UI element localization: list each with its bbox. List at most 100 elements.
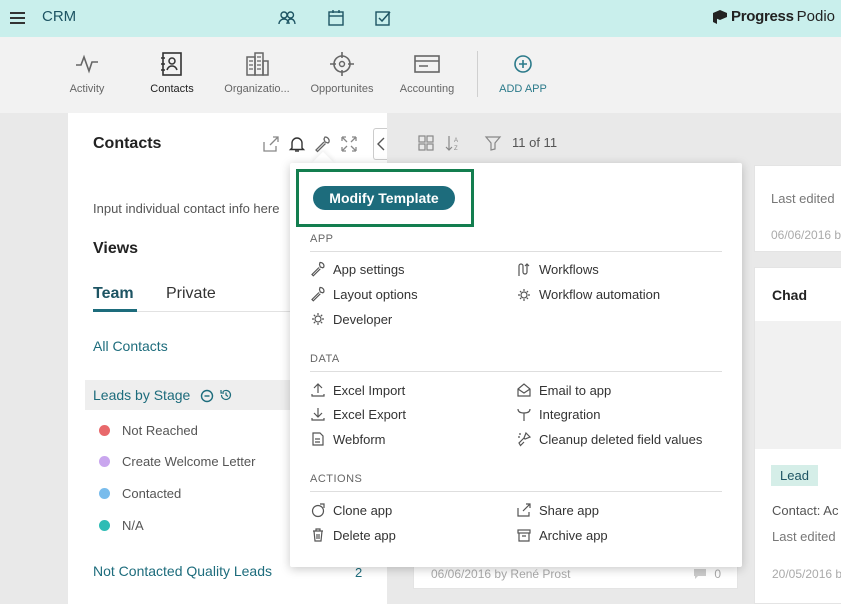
accounting-icon bbox=[414, 55, 440, 73]
app-bar: Activity Contacts Organizatio... Opportu… bbox=[0, 37, 841, 113]
app-title: Contacts bbox=[93, 135, 162, 152]
view-not-contacted-quality-leads[interactable]: Not Contacted Quality Leads bbox=[93, 563, 272, 579]
opportunities-icon bbox=[330, 52, 354, 76]
menu-item-delete-app[interactable]: Delete app bbox=[310, 527, 396, 543]
comment-count: 0 bbox=[692, 567, 721, 581]
contacts-icon bbox=[161, 52, 182, 76]
collapse-sidebar-button[interactable] bbox=[373, 128, 387, 160]
menu-item-email-to-app[interactable]: Email to app bbox=[516, 382, 611, 398]
calendar-icon[interactable] bbox=[326, 8, 346, 28]
download-icon bbox=[311, 408, 325, 421]
card-meta: 20/05/2016 b bbox=[772, 567, 841, 581]
last-edited-label: Last edited bbox=[772, 529, 836, 544]
contact-card[interactable]: Chad Lead Contact: Ac Last edited 20/05/… bbox=[754, 267, 841, 604]
stage-item[interactable]: N/A bbox=[99, 518, 144, 533]
section-heading-data: DATA bbox=[310, 353, 340, 365]
modify-template-button[interactable]: Modify Template bbox=[313, 186, 455, 210]
filter-icon[interactable] bbox=[484, 134, 502, 152]
wrench-icon bbox=[311, 261, 325, 277]
menu-item-integration[interactable]: Integration bbox=[516, 406, 600, 422]
card-image-area bbox=[755, 321, 841, 449]
menu-item-workflows[interactable]: Workflows bbox=[516, 261, 599, 277]
archive-icon bbox=[517, 529, 531, 542]
top-bar: CRM Progress Podio bbox=[0, 0, 841, 37]
bell-icon[interactable] bbox=[288, 135, 306, 153]
view-label: Leads by Stage bbox=[93, 387, 191, 403]
active-tab-indicator bbox=[93, 309, 137, 312]
app-activity[interactable]: Activity bbox=[42, 51, 132, 95]
status-badge: Lead bbox=[771, 465, 818, 486]
filter-count: 11 of 11 bbox=[512, 135, 558, 150]
sort-icon[interactable]: A Z bbox=[444, 134, 462, 152]
view-all-contacts[interactable]: All Contacts bbox=[93, 338, 168, 354]
last-edited-label: Last edited bbox=[771, 191, 835, 206]
upload-icon bbox=[311, 383, 325, 397]
app-tools-dropdown: Modify Template APP App settings Layout … bbox=[290, 163, 742, 567]
hamburger-menu-icon[interactable] bbox=[10, 12, 25, 24]
activity-icon bbox=[76, 54, 98, 74]
clone-icon bbox=[311, 503, 325, 518]
trash-icon bbox=[313, 528, 323, 542]
integration-icon bbox=[517, 408, 531, 421]
stage-color-dot bbox=[99, 425, 110, 436]
app-accounting[interactable]: Accounting bbox=[382, 51, 472, 95]
stage-color-dot bbox=[99, 488, 110, 499]
menu-item-excel-import[interactable]: Excel Import bbox=[310, 382, 405, 398]
organization-icon bbox=[246, 52, 269, 76]
expand-icon[interactable] bbox=[340, 135, 358, 153]
menu-item-clone-app[interactable]: Clone app bbox=[310, 502, 392, 518]
card-meta: 06/06/2016 by René Prost bbox=[431, 567, 571, 581]
app-organizations[interactable]: Organizatio... bbox=[212, 51, 302, 95]
group-by-icon[interactable] bbox=[200, 389, 214, 403]
add-app-button[interactable]: ADD APP bbox=[478, 51, 568, 95]
webform-icon bbox=[312, 432, 324, 446]
stage-item[interactable]: Contacted bbox=[99, 486, 181, 501]
tasks-check-icon[interactable] bbox=[373, 8, 393, 28]
add-icon bbox=[514, 55, 532, 73]
contact-name: Chad bbox=[772, 287, 807, 303]
svg-text:Z: Z bbox=[454, 146, 458, 152]
section-divider bbox=[310, 491, 722, 492]
stage-color-dot bbox=[99, 456, 110, 467]
wrench-icon[interactable] bbox=[314, 135, 332, 153]
comment-icon bbox=[694, 569, 707, 579]
progress-logo-icon bbox=[712, 9, 727, 24]
stage-item[interactable]: Not Reached bbox=[99, 423, 198, 438]
team-icon[interactable] bbox=[277, 8, 297, 28]
card-meta: 06/06/2016 b bbox=[771, 228, 841, 242]
menu-item-excel-export[interactable]: Excel Export bbox=[310, 406, 406, 422]
app-contacts[interactable]: Contacts bbox=[127, 51, 217, 95]
app-description: Input individual contact info here bbox=[93, 201, 280, 216]
share-icon[interactable] bbox=[262, 135, 280, 153]
contact-field: Contact: Ac bbox=[772, 503, 839, 518]
section-divider bbox=[310, 371, 722, 372]
menu-item-app-settings[interactable]: App settings bbox=[310, 261, 405, 277]
menu-item-developer[interactable]: Developer bbox=[310, 311, 392, 327]
menu-item-webform[interactable]: Webform bbox=[310, 431, 386, 447]
email-icon bbox=[517, 383, 531, 397]
workflow-automation-icon bbox=[518, 289, 530, 301]
menu-item-workflow-automation[interactable]: Workflow automation bbox=[516, 286, 660, 302]
view-count: 2 bbox=[355, 565, 363, 580]
chevron-left-icon bbox=[377, 137, 385, 151]
views-heading: Views bbox=[93, 240, 139, 257]
wrench-icon bbox=[311, 286, 325, 302]
section-divider bbox=[310, 251, 722, 252]
brand-logo: Progress Podio bbox=[712, 8, 835, 25]
history-icon[interactable] bbox=[219, 388, 233, 402]
workspace-title[interactable]: CRM bbox=[42, 8, 76, 25]
menu-item-cleanup-deleted-fields[interactable]: Cleanup deleted field values bbox=[516, 431, 702, 447]
menu-item-layout-options[interactable]: Layout options bbox=[310, 286, 418, 302]
cleanup-broom-icon bbox=[518, 431, 532, 447]
contact-card[interactable]: Last edited 06/06/2016 b bbox=[754, 165, 841, 252]
workflow-icon bbox=[518, 263, 530, 276]
tab-team[interactable]: Team bbox=[93, 285, 134, 303]
developer-gear-icon bbox=[312, 313, 324, 325]
app-opportunities[interactable]: Opportunites bbox=[297, 51, 387, 95]
tab-private[interactable]: Private bbox=[166, 285, 216, 303]
stage-color-dot bbox=[99, 520, 110, 531]
stage-item[interactable]: Create Welcome Letter bbox=[99, 454, 255, 469]
card-view-icon[interactable] bbox=[417, 134, 435, 152]
menu-item-share-app[interactable]: Share app bbox=[516, 502, 599, 518]
menu-item-archive-app[interactable]: Archive app bbox=[516, 527, 608, 543]
